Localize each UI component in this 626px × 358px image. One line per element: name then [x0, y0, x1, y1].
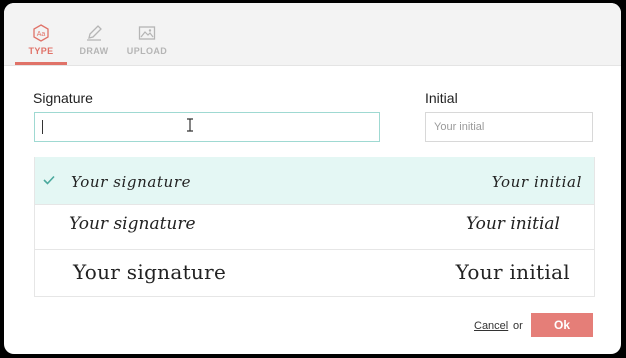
tab-bar: Aa TYPE DRAW UPLOAD	[4, 3, 621, 66]
check-icon	[43, 172, 55, 190]
text-caret	[42, 120, 43, 134]
signature-preview: Your signature	[71, 173, 192, 191]
cancel-link[interactable]: Cancel	[474, 320, 508, 332]
initial-preview: Your initial	[465, 214, 560, 234]
tab-draw-label: DRAW	[79, 46, 109, 56]
initial-input[interactable]	[425, 112, 593, 142]
tab-draw[interactable]: DRAW	[68, 3, 120, 65]
signature-style-list: Your signature Your initial Your signatu…	[34, 157, 595, 297]
signature-preview: Your signature	[69, 214, 196, 234]
signature-dialog: Aa TYPE DRAW UPLOAD Signature Initial Yo…	[4, 3, 621, 354]
signature-option[interactable]: Your signature Your initial	[35, 249, 594, 296]
signature-preview: Your signature	[73, 260, 227, 284]
tab-type-label: TYPE	[28, 46, 54, 56]
initial-label: Initial	[425, 90, 458, 106]
tab-upload-label: UPLOAD	[126, 46, 168, 56]
image-icon	[137, 23, 157, 43]
signature-option[interactable]: Your signature Your initial	[35, 157, 594, 204]
svg-text:Aa: Aa	[37, 31, 46, 38]
pen-icon	[84, 23, 104, 43]
ibeam-cursor-icon	[186, 118, 194, 137]
type-icon: Aa	[31, 23, 51, 43]
initial-preview: Your initial	[491, 173, 582, 191]
tab-upload[interactable]: UPLOAD	[121, 3, 173, 65]
signature-label: Signature	[33, 90, 93, 106]
initial-preview: Your initial	[455, 260, 570, 284]
signature-input[interactable]	[34, 112, 380, 142]
tab-type[interactable]: Aa TYPE	[15, 3, 67, 65]
signature-option[interactable]: Your signature Your initial	[35, 204, 594, 249]
or-text: or	[513, 320, 523, 332]
ok-button[interactable]: Ok	[531, 313, 593, 337]
